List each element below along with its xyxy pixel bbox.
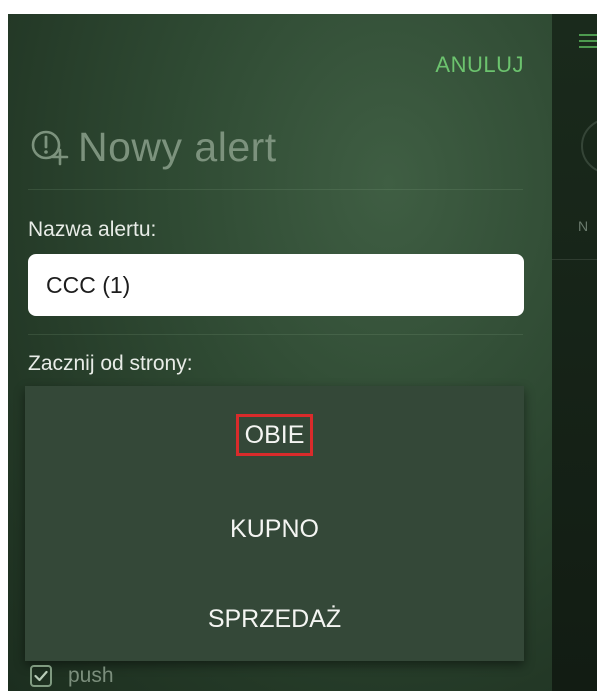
option-label: OBIE [235,414,314,456]
title-row: Nowy alert [28,124,277,171]
background-partial-text: N [578,218,589,234]
circle-icon [581,118,597,174]
push-row: push [30,664,114,688]
alert-name-label: Nazwa alertu: [28,218,157,241]
alert-name-input[interactable]: CCC (1) [28,254,524,316]
screenshot-stage: ANULUJ Nowy alert Nazwa alertu: CCC (1) … [0,0,597,691]
app-window: ANULUJ Nowy alert Nazwa alertu: CCC (1) … [8,14,597,691]
background-view: N [552,14,597,691]
new-alert-panel: ANULUJ Nowy alert Nazwa alertu: CCC (1) … [8,14,552,691]
alert-add-icon [31,130,69,165]
option-label: KUPNO [230,515,319,543]
cancel-button[interactable]: ANULUJ [435,52,524,78]
title-divider [28,189,523,190]
side-label: Zacznij od strony: [28,352,193,375]
push-label: push [68,664,114,687]
option-buy[interactable]: KUPNO [25,509,524,549]
checkmark-icon [34,670,48,682]
page-title: Nowy alert [78,124,277,170]
option-both[interactable]: OBIE [25,414,524,456]
push-checkbox[interactable] [30,665,52,687]
menu-icon[interactable] [579,34,597,48]
option-sell[interactable]: SPRZEDAŻ [25,599,524,639]
side-dropdown: OBIE KUPNO SPRZEDAŻ [25,386,524,661]
background-divider [552,259,597,260]
name-divider [28,334,523,335]
option-label: SPRZEDAŻ [207,605,342,633]
